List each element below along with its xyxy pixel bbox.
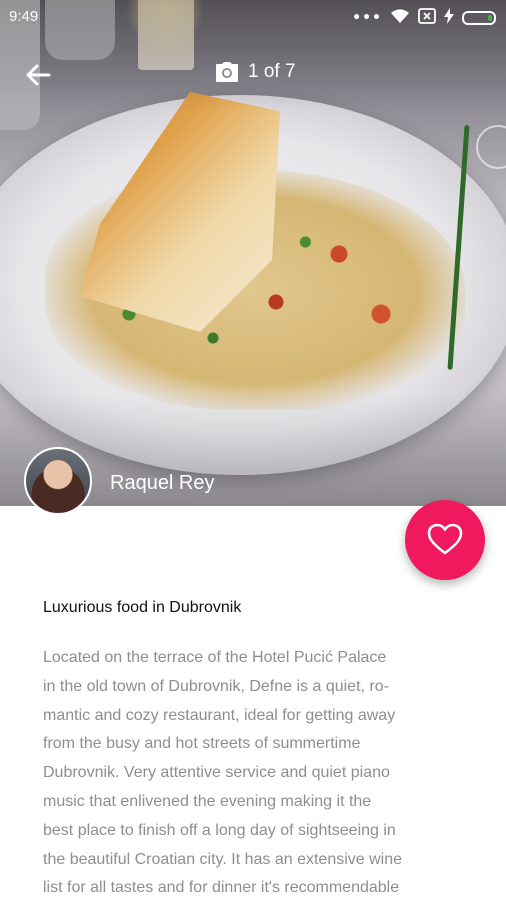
photo-counter: 1 of 7	[215, 61, 296, 83]
status-bar: 9:49 •••	[0, 0, 506, 34]
bolt-icon	[444, 8, 454, 28]
avatar[interactable]	[24, 447, 92, 515]
sim-x-icon	[418, 8, 436, 28]
status-icons: •••	[352, 8, 496, 28]
back-button[interactable]	[22, 58, 56, 92]
more-dots: •••	[352, 10, 382, 26]
heart-outline-icon	[427, 523, 463, 555]
status-time: 9:49	[9, 8, 39, 25]
photo-counter-label: 1 of 7	[248, 61, 296, 82]
wifi-icon	[390, 8, 410, 28]
review-body: Located on the terrace of the Hotel Puci…	[43, 649, 403, 897]
battery-icon	[462, 11, 496, 25]
review-title: Luxurious food in Dubrovnik	[43, 599, 242, 616]
camera-icon	[216, 62, 238, 82]
favorite-button[interactable]	[405, 500, 485, 580]
author-name[interactable]: Raquel Rey	[110, 472, 215, 495]
arrow-left-icon	[26, 64, 51, 86]
